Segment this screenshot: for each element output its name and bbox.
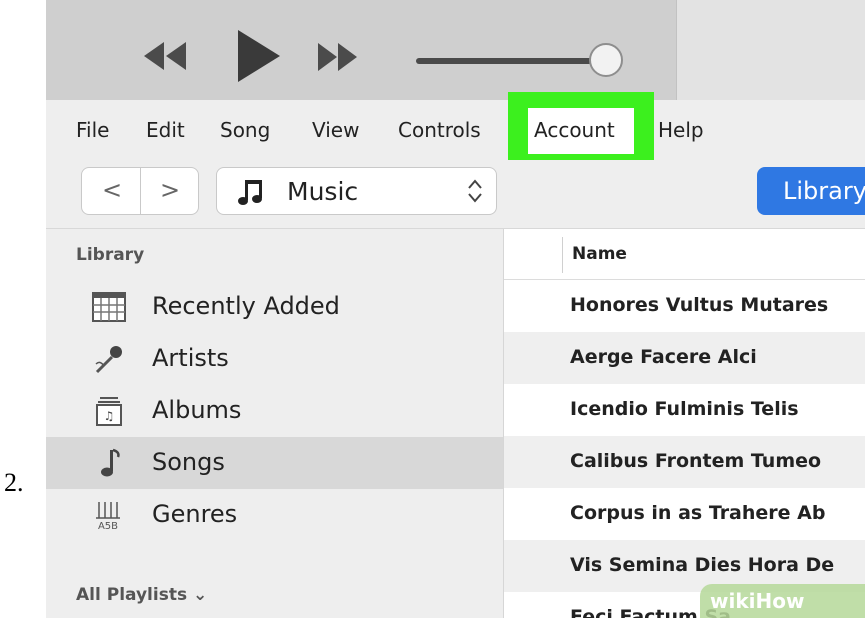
song-name: Icendio Fulminis Telis xyxy=(570,398,799,420)
album-icon: ♫ xyxy=(92,396,126,426)
svg-text:A5B: A5B xyxy=(98,521,118,530)
play-icon[interactable] xyxy=(236,28,282,84)
nav-divider xyxy=(140,168,141,214)
volume-slider-knob[interactable] xyxy=(589,43,623,77)
table-row[interactable]: Aerge Facere Alci xyxy=(504,332,865,384)
table-row[interactable]: Honores Vultus Mutares xyxy=(504,280,865,332)
sidebar-item-label: Recently Added xyxy=(152,292,340,320)
back-button[interactable]: < xyxy=(102,176,122,204)
table-row[interactable]: Icendio Fulminis Telis xyxy=(504,384,865,436)
song-name: Aerge Facere Alci xyxy=(570,346,757,368)
column-separator xyxy=(562,237,563,273)
fast-forward-icon[interactable] xyxy=(316,40,360,74)
forward-button[interactable]: > xyxy=(160,176,180,204)
microphone-icon xyxy=(92,344,126,374)
table-row[interactable]: Calibus Frontem Tumeo xyxy=(504,436,865,488)
menu-help[interactable]: Help xyxy=(658,118,704,142)
sidebar-item-artists[interactable]: Artists xyxy=(46,333,503,385)
table-row[interactable]: Corpus in as Trahere Ab xyxy=(504,488,865,540)
watermark-logo: wikiHow xyxy=(700,584,865,618)
sidebar-item-songs[interactable]: Songs xyxy=(46,437,503,489)
step-number: 2. xyxy=(4,468,24,497)
sidebar-item-genres[interactable]: A5B Genres xyxy=(46,489,503,541)
sidebar-item-albums[interactable]: ♫ Albums xyxy=(46,385,503,437)
menu-account[interactable]: Account xyxy=(534,118,615,142)
sidebar-heading: Library xyxy=(76,245,145,265)
media-type-label: Music xyxy=(287,177,359,206)
menu-file[interactable]: File xyxy=(76,118,109,142)
media-type-select[interactable]: Music xyxy=(216,167,497,215)
sidebar-item-label: Genres xyxy=(152,500,238,528)
svg-text:♫: ♫ xyxy=(104,409,115,423)
song-name: Corpus in as Trahere Ab xyxy=(570,502,826,524)
menu-edit[interactable]: Edit xyxy=(146,118,185,142)
sidebar-item-label: Songs xyxy=(152,448,225,476)
sidebar-item-recently-added[interactable]: Recently Added xyxy=(46,281,503,333)
menu-song[interactable]: Song xyxy=(220,118,270,142)
song-name: Calibus Frontem Tumeo xyxy=(570,450,822,472)
sidebar-item-label: Albums xyxy=(152,396,242,424)
sidebar-item-label: Artists xyxy=(152,344,229,372)
itunes-window: File Edit Song View Controls Account Hel… xyxy=(46,0,865,618)
menu-controls[interactable]: Controls xyxy=(398,118,481,142)
song-list: Name Honores Vultus Mutares Aerge Facere… xyxy=(504,229,865,618)
name-column-header[interactable]: Name xyxy=(572,244,627,264)
volume-slider-track[interactable] xyxy=(416,58,616,64)
all-playlists-toggle[interactable]: All Playlists ⌄ xyxy=(76,585,207,605)
rewind-icon[interactable] xyxy=(142,38,188,74)
music-note-icon xyxy=(92,448,126,478)
back-forward-buttons: < > xyxy=(81,167,199,215)
music-note-icon xyxy=(237,177,267,211)
up-down-chevron-icon xyxy=(467,177,483,209)
menu-view[interactable]: View xyxy=(312,118,359,142)
song-name: Honores Vultus Mutares xyxy=(570,294,829,316)
guitar-genre-icon: A5B xyxy=(92,500,126,532)
song-name: Vis Semina Dies Hora De xyxy=(570,554,835,576)
column-header[interactable]: Name xyxy=(504,229,865,280)
lcd-display xyxy=(676,0,865,100)
calendar-grid-icon xyxy=(92,292,126,322)
library-button[interactable]: Library xyxy=(757,167,865,215)
